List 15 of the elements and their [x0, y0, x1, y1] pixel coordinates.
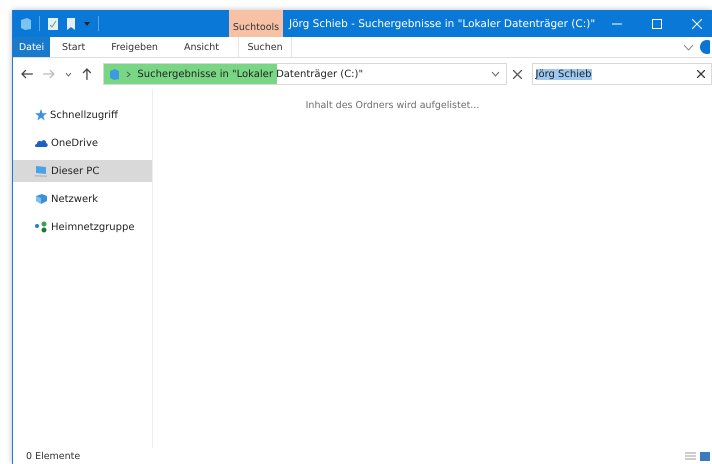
context-tab-header: Suchtools — [229, 10, 283, 37]
search-field[interactable]: Jörg Schieb — [532, 63, 712, 85]
sidebar-item[interactable]: Netzwerk — [13, 188, 152, 210]
sidebar-item[interactable]: OneDrive — [13, 132, 152, 154]
ribbon-tab[interactable]: Suchen — [238, 37, 292, 57]
sidebar-item[interactable]: Dieser PC — [13, 160, 152, 182]
item-count: 0 Elemente — [26, 450, 80, 462]
loading-message: Inhalt des Ordners wird aufgelistet... — [306, 100, 480, 111]
window-title: Jörg Schieb - Suchergebnisse in "Lokaler Datenträger (C:)" — [289, 18, 596, 30]
sidebar-item[interactable]: Heimnetzgruppe — [13, 216, 152, 238]
sidebar-item[interactable]: Schnellzugriff — [13, 104, 152, 126]
search-value: Jörg Schieb — [536, 68, 592, 80]
file-tab[interactable]: Datei — [13, 37, 50, 57]
address-path: Suchergebnisse in "Lokaler Datenträger (C:)" — [137, 68, 364, 80]
address-bar[interactable]: Suchergebnisse in "Lokaler Datenträger (C:)" — [103, 63, 507, 85]
